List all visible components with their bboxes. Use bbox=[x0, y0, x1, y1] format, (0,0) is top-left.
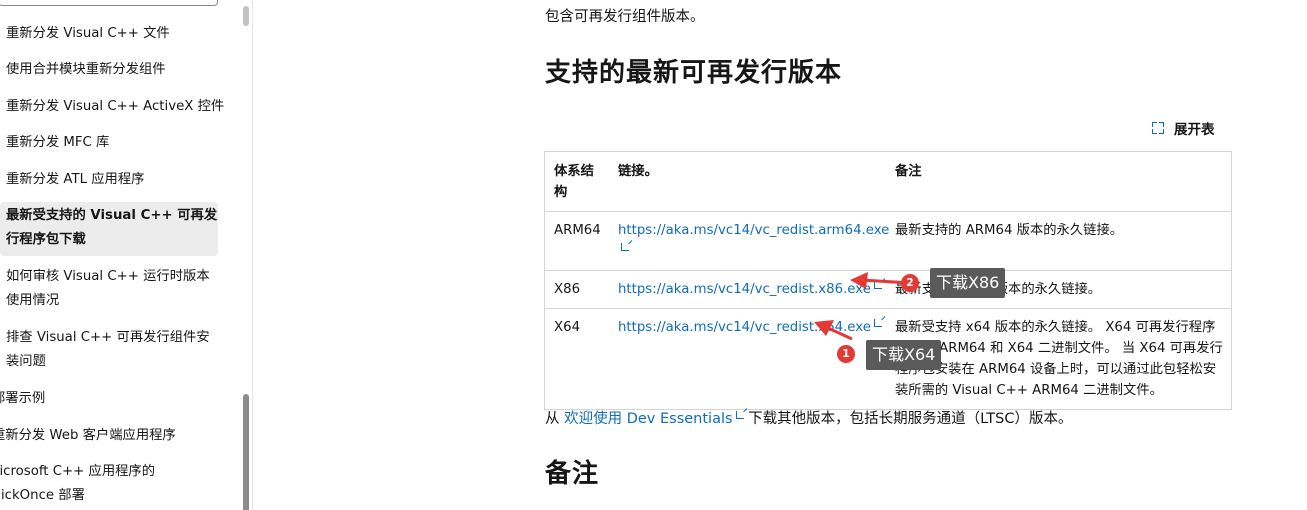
dev-essentials-link[interactable]: 欢迎使用 Dev Essentials bbox=[564, 411, 732, 427]
dev-prefix: 从 bbox=[545, 411, 565, 427]
cell-note: 最新受支持 x64 版本的永久链接。 X64 可再发行程序包包含 ARM64 和… bbox=[895, 308, 1232, 410]
header-notes: 备注 bbox=[895, 151, 1232, 212]
expand-table-label: 展开表 bbox=[1174, 122, 1215, 138]
sidebar-scrollbar-thumb[interactable] bbox=[243, 394, 249, 510]
annotation-badge-2: 2 bbox=[901, 274, 919, 292]
external-link-icon bbox=[621, 243, 629, 251]
cell-link: https://aka.ms/vc14/vc_redist.arm64.exe bbox=[618, 211, 895, 271]
external-link-icon bbox=[873, 281, 882, 289]
header-link: 链接。 bbox=[618, 151, 895, 212]
external-link-icon bbox=[873, 319, 882, 327]
annotation-label-1: 下载X64 bbox=[866, 340, 942, 370]
cell-arch: X64 bbox=[544, 308, 618, 410]
dev-essentials-paragraph: 从 欢迎使用 Dev Essentials 下载其他版本，包括长期服务通道（LT… bbox=[545, 407, 1072, 428]
sidebar-scrollbar-thumb-top bbox=[243, 6, 249, 26]
nav-merge-modules[interactable]: 使用合并模块重新分发组件 bbox=[6, 58, 166, 82]
nav-redistribute-files[interactable]: 重新分发 Visual C++ 文件 bbox=[6, 22, 170, 46]
table-row: ARM64 https://aka.ms/vc14/vc_redist.arm6… bbox=[544, 211, 1232, 271]
redist-table: 体系结构 链接。 备注 ARM64 https://aka.ms/vc14/vc… bbox=[544, 151, 1232, 410]
filter-input[interactable] bbox=[0, 0, 218, 6]
nav-latest-redist-line2: 行程序包下载 bbox=[6, 232, 86, 247]
cell-link: https://aka.ms/vc14/vc_redist.x86.exe bbox=[618, 270, 895, 309]
nav-activex[interactable]: 重新分发 Visual C++ ActiveX 控件 bbox=[6, 95, 224, 119]
cell-note: 最新支持的 ARM64 版本的永久链接。 bbox=[895, 211, 1232, 271]
nav-mfc[interactable]: 重新分发 MFC 库 bbox=[6, 131, 109, 155]
annotation-badge-1: 1 bbox=[837, 345, 855, 363]
expand-icon bbox=[1152, 122, 1164, 134]
link-x86[interactable]: https://aka.ms/vc14/vc_redist.x86.exe bbox=[618, 282, 871, 297]
notes-heading: 备注 bbox=[545, 459, 600, 489]
nav-web-client[interactable]: 重新分发 Web 客户端应用程序 bbox=[0, 424, 176, 448]
link-x64[interactable]: https://aka.ms/vc14/vc_redist.x64.exe bbox=[618, 320, 871, 335]
nav-clickonce-line1: Microsoft C++ 应用程序的 bbox=[0, 464, 156, 479]
nav-audit-line2: 使用情况 bbox=[6, 293, 60, 308]
dev-suffix: 下载其他版本，包括长期服务通道（LTSC）版本。 bbox=[743, 411, 1073, 427]
header-architecture: 体系结构 bbox=[544, 151, 618, 212]
nav-clickonce[interactable]: Microsoft C++ 应用程序的 ClickOnce 部署 bbox=[0, 460, 155, 508]
table-row: X86 https://aka.ms/vc14/vc_redist.x86.ex… bbox=[544, 270, 1232, 309]
nav-troubleshoot[interactable]: 排查 Visual C++ 可再发行组件安 装问题 bbox=[6, 326, 210, 374]
cell-arch: ARM64 bbox=[544, 211, 618, 271]
nav-audit-runtime[interactable]: 如何审核 Visual C++ 运行时版本 使用情况 bbox=[6, 265, 210, 313]
table-header-row: 体系结构 链接。 备注 bbox=[544, 151, 1232, 212]
nav-latest-redist-line1: 最新受支持的 Visual C++ 可再发 bbox=[6, 208, 218, 223]
link-arm64[interactable]: https://aka.ms/vc14/vc_redist.arm64.exe bbox=[618, 223, 889, 238]
section-heading: 支持的最新可再发行版本 bbox=[545, 58, 843, 88]
sidebar-toc: 重新分发 Visual C++ 文件 使用合并模块重新分发组件 重新分发 Vis… bbox=[0, 0, 253, 510]
expand-table-button[interactable]: 展开表 bbox=[1152, 118, 1215, 138]
annotation-label-2: 下载X86 bbox=[930, 268, 1006, 298]
nav-latest-redist-active[interactable]: 最新受支持的 Visual C++ 可再发 行程序包下载 bbox=[0, 202, 218, 256]
nav-deployment-examples[interactable]: 部署示例 bbox=[0, 387, 45, 411]
external-link-icon bbox=[735, 411, 744, 419]
nav-atl[interactable]: 重新分发 ATL 应用程序 bbox=[6, 168, 144, 192]
intro-text: 包含可再发行组件版本。 bbox=[545, 9, 705, 25]
nav-troubleshoot-line2: 装问题 bbox=[6, 354, 46, 369]
nav-audit-line1: 如何审核 Visual C++ 运行时版本 bbox=[6, 269, 210, 284]
cell-arch: X86 bbox=[544, 270, 618, 309]
nav-clickonce-line2: ClickOnce 部署 bbox=[0, 488, 85, 503]
nav-troubleshoot-line1: 排查 Visual C++ 可再发行组件安 bbox=[6, 330, 210, 345]
